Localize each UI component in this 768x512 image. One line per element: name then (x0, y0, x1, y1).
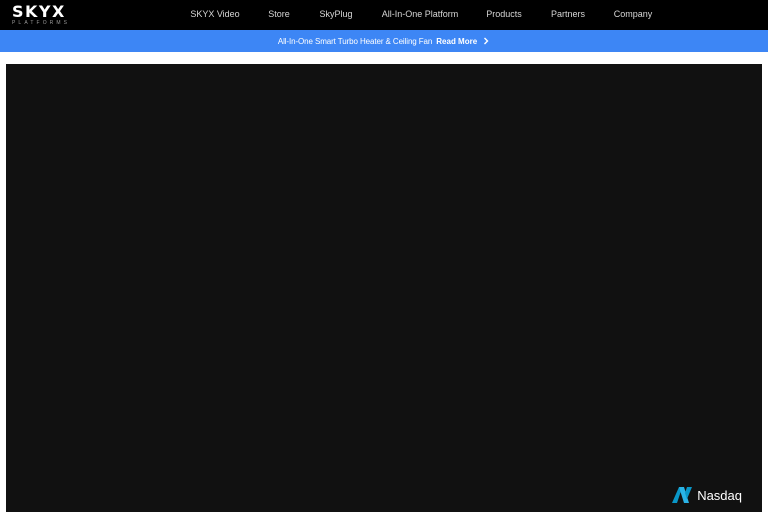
nasdaq-badge: Nasdaq (671, 486, 742, 504)
read-more-label: Read More (436, 36, 478, 46)
nav-item-company[interactable]: Company (614, 9, 653, 19)
nasdaq-label: Nasdaq (697, 487, 742, 503)
chevron-right-icon (484, 37, 489, 45)
nav-item-all-in-one-platform[interactable]: All-In-One Platform (382, 9, 459, 19)
nav-item-skyx-video[interactable]: SKYX Video (190, 9, 239, 19)
nav-item-partners[interactable]: Partners (551, 9, 585, 19)
video-player[interactable]: Nasdaq (6, 64, 762, 512)
announcement-banner: All-In-One Smart Turbo Heater & Ceiling … (0, 30, 768, 52)
nasdaq-logo-icon (672, 487, 693, 503)
banner-text: All-In-One Smart Turbo Heater & Ceiling … (277, 36, 433, 46)
read-more-link[interactable]: Read More (436, 37, 490, 46)
nav-item-products[interactable]: Products (486, 9, 522, 19)
nav-item-store[interactable]: Store (268, 9, 290, 19)
top-navigation: SKYX PLATFORMS SKYX Video Store SkyPlug … (0, 0, 768, 30)
nav-item-skyplug[interactable]: SkyPlug (319, 9, 352, 19)
nav-menu: SKYX Video Store SkyPlug All-In-One Plat… (0, 0, 768, 30)
